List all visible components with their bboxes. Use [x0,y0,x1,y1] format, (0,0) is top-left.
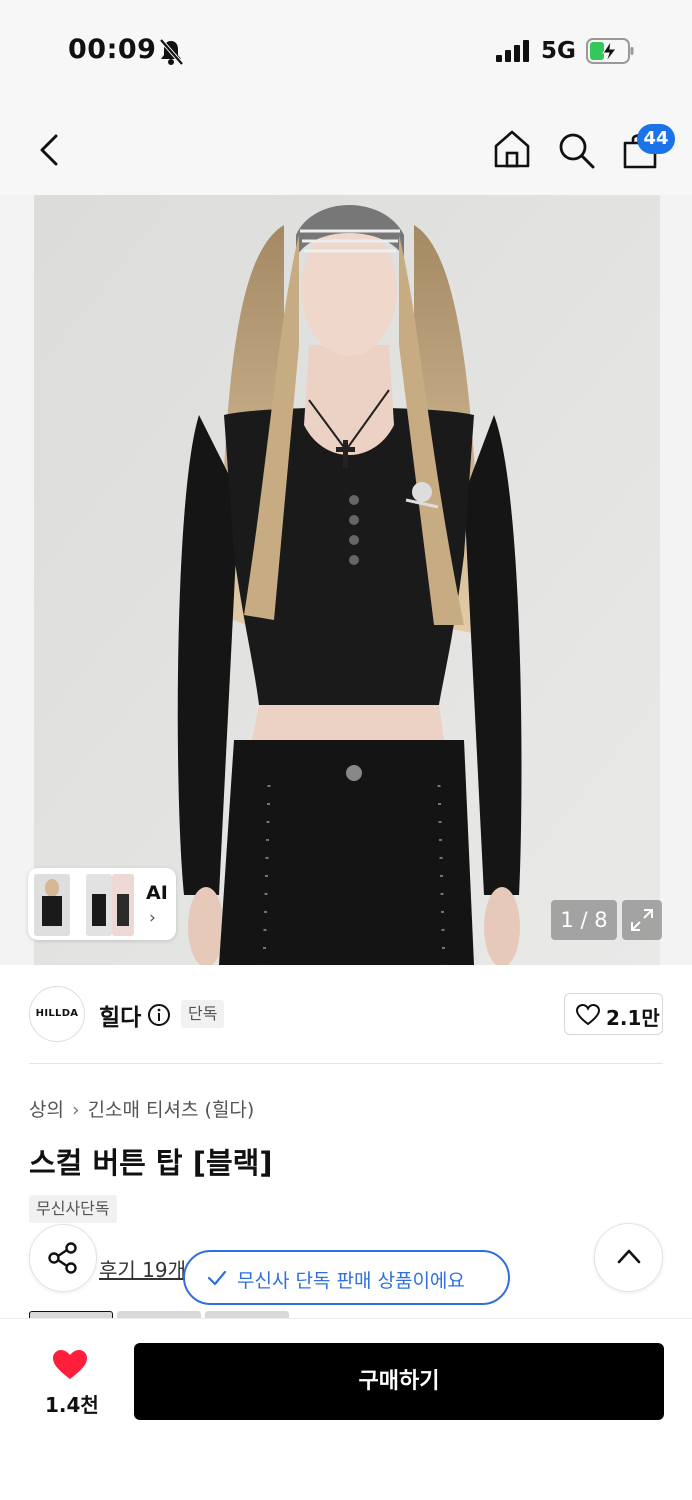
breadcrumb: 상의 › 긴소매 티셔츠 (힐다) [29,1095,254,1122]
review-link[interactable]: 후기 19개 [99,1254,186,1283]
heart-outline-icon [576,1004,600,1026]
top-navigation [0,100,692,195]
ai-thumbnail [34,874,70,936]
brand-like-button[interactable]: 2.1만 [564,993,663,1035]
product-gallery[interactable]: AI › 1 / 8 [0,195,692,965]
buy-button[interactable]: 구매하기 [134,1343,664,1420]
bell-off-icon [159,38,184,66]
exclusive-toast: 무신사 단독 판매 상품이에요 [183,1250,510,1305]
breadcrumb-category[interactable]: 상의 [29,1095,64,1122]
musinsa-exclusive-tag: 무신사단독 [29,1195,117,1223]
info-icon[interactable] [147,1003,171,1027]
ai-recommend-button[interactable]: AI › [28,868,176,940]
search-icon[interactable] [556,130,596,170]
share-button[interactable] [29,1224,97,1292]
back-chevron-icon[interactable] [32,130,68,170]
chevron-right-icon: › [71,1099,80,1121]
status-bar: 00:09 5G [0,0,692,100]
ai-thumbnail [86,874,112,936]
status-time: 00:09 [68,34,157,65]
image-counter: 1 / 8 [551,900,617,940]
network-type: 5G [541,38,576,64]
product-photo[interactable] [34,195,660,965]
model-photo-illustration [34,195,660,965]
battery-charging-icon [586,38,634,64]
ai-thumbnail [112,874,134,936]
brand-logo[interactable]: HILLDA [29,986,85,1042]
share-icon [48,1242,77,1274]
brand-name[interactable]: 힐다 [99,998,141,1032]
check-icon [207,1270,227,1286]
heart-filled-icon[interactable] [52,1349,88,1381]
cellular-signal-icon [496,40,529,62]
breadcrumb-subcategory[interactable]: 긴소매 티셔츠 (힐다) [88,1095,255,1122]
toast-text: 무신사 단독 판매 상품이에요 [237,1270,465,1292]
scroll-top-button[interactable] [594,1223,663,1292]
product-title: 스컬 버튼 탑 [블랙] [29,1146,273,1180]
cart-count-badge: 44 [637,124,675,154]
chevron-up-icon [617,1249,641,1264]
home-icon[interactable] [492,128,532,170]
brand-like-count: 2.1만 [606,1006,660,1030]
purchase-bar: 1.4천 구매하기 [0,1318,692,1500]
expand-icon[interactable] [622,900,662,940]
ai-label: AI [146,882,168,904]
brand-exclusive-tag: 단독 [181,1000,225,1028]
divider [29,1063,663,1064]
chevron-right-icon: › [149,908,156,928]
wish-count: 1.4천 [45,1393,99,1417]
